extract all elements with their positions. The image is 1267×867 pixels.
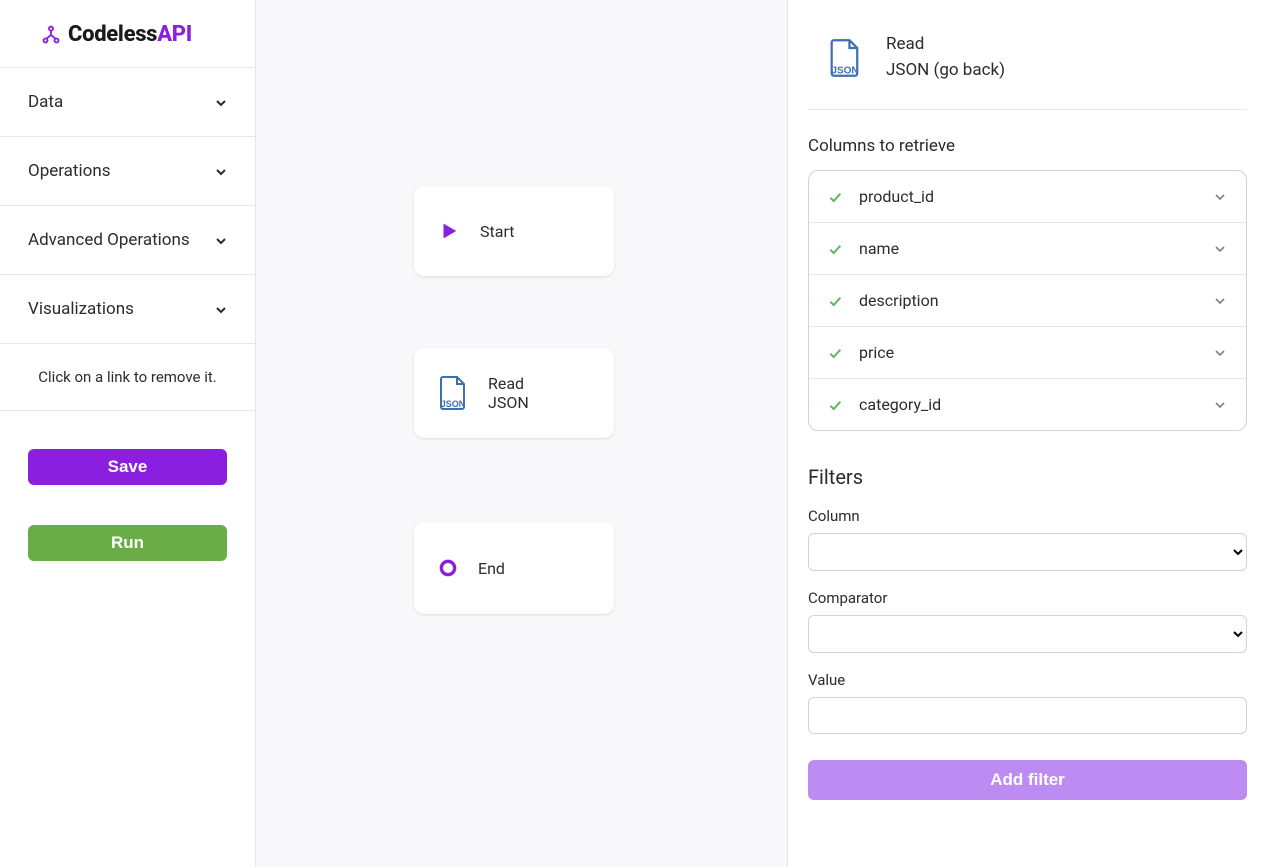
logo-icon	[40, 24, 62, 46]
check-icon	[827, 397, 843, 413]
right-panel: JSON Read JSON (go back) Columns to retr…	[787, 0, 1267, 867]
run-button[interactable]: Run	[28, 525, 227, 561]
node-read-json[interactable]: JSON Read JSON	[414, 348, 614, 438]
menu-label: Visualizations	[28, 299, 134, 319]
json-file-icon: JSON	[828, 38, 862, 78]
filters-section: Filters Column Comparator Value Add filt…	[808, 465, 1247, 800]
node-label: Start	[480, 222, 514, 241]
json-file-icon: JSON	[438, 375, 468, 411]
chevron-down-icon	[1212, 189, 1228, 205]
menu-item-advanced-operations[interactable]: Advanced Operations	[0, 206, 255, 274]
column-list: product_id name description	[808, 170, 1247, 431]
logo-text: CodelessAPI	[68, 22, 192, 47]
column-name: description	[859, 291, 939, 310]
column-item[interactable]: name	[809, 223, 1246, 275]
menu-label: Advanced Operations	[28, 230, 190, 250]
filter-value-input[interactable]	[808, 697, 1247, 734]
filters-title: Filters	[808, 465, 1247, 489]
check-icon	[827, 293, 843, 309]
menu-item-data[interactable]: Data	[0, 68, 255, 136]
sidebar: CodelessAPI Data Operations Advanced Ope…	[0, 0, 256, 867]
sidebar-hint: Click on a link to remove it.	[0, 344, 255, 411]
menu-label: Data	[28, 92, 63, 112]
chevron-down-icon	[213, 302, 227, 316]
node-label: End	[478, 559, 505, 578]
column-name: price	[859, 343, 894, 362]
panel-title-line1: Read	[886, 32, 1005, 58]
column-item[interactable]: product_id	[809, 171, 1246, 223]
node-label: Read JSON	[488, 374, 529, 412]
filter-comparator-label: Comparator	[808, 589, 1247, 607]
save-button[interactable]: Save	[28, 449, 227, 485]
canvas[interactable]: Start JSON Read JSON End	[256, 0, 787, 867]
column-name: name	[859, 239, 899, 258]
filter-value-label: Value	[808, 671, 1247, 689]
menu-label: Operations	[28, 161, 111, 181]
panel-header: JSON Read JSON (go back)	[808, 32, 1247, 110]
chevron-down-icon	[1212, 241, 1228, 257]
play-icon	[438, 220, 460, 242]
check-icon	[827, 189, 843, 205]
column-item[interactable]: description	[809, 275, 1246, 327]
check-icon	[827, 345, 843, 361]
menu-item-visualizations[interactable]: Visualizations	[0, 275, 255, 343]
menu-item-operations[interactable]: Operations	[0, 137, 255, 205]
chevron-down-icon	[1212, 293, 1228, 309]
column-item[interactable]: price	[809, 327, 1246, 379]
chevron-down-icon	[1212, 397, 1228, 413]
logo[interactable]: CodelessAPI	[0, 0, 255, 68]
svg-text:JSON: JSON	[831, 65, 858, 76]
end-circle-icon	[438, 558, 458, 578]
node-start[interactable]: Start	[414, 186, 614, 276]
filter-column-label: Column	[808, 507, 1247, 525]
columns-title: Columns to retrieve	[808, 136, 1247, 156]
chevron-down-icon	[213, 164, 227, 178]
check-icon	[827, 241, 843, 257]
node-end[interactable]: End	[414, 522, 614, 614]
svg-text:JSON: JSON	[441, 399, 466, 409]
column-name: category_id	[859, 395, 941, 414]
chevron-down-icon	[213, 95, 227, 109]
column-name: product_id	[859, 187, 934, 206]
column-item[interactable]: category_id	[809, 379, 1246, 430]
add-filter-button[interactable]: Add filter	[808, 760, 1247, 800]
chevron-down-icon	[213, 233, 227, 247]
go-back-link[interactable]: JSON (go back)	[886, 58, 1005, 84]
filter-column-select[interactable]	[808, 533, 1247, 571]
chevron-down-icon	[1212, 345, 1228, 361]
filter-comparator-select[interactable]	[808, 615, 1247, 653]
